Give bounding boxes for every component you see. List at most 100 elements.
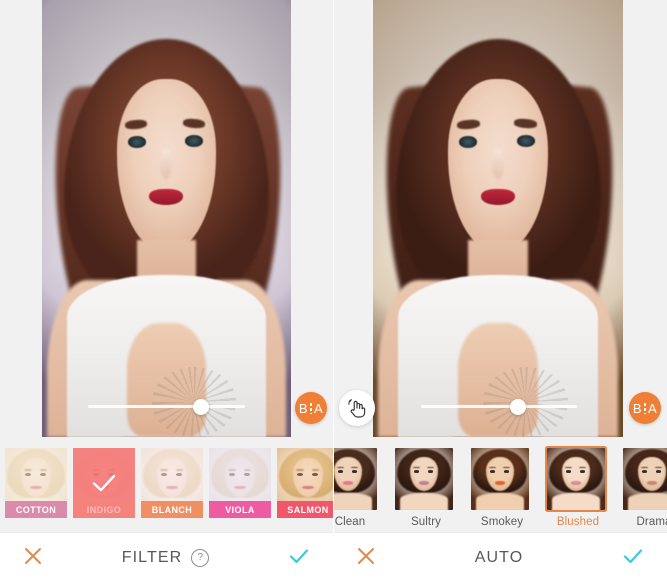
filter-thumbnail-image: INDIGO xyxy=(73,448,135,518)
auto-thumbnail-label: Blushed xyxy=(556,516,600,528)
ba-before-label: B xyxy=(298,400,308,416)
filter-thumbnail-label: INDIGO xyxy=(73,501,135,518)
cancel-button[interactable] xyxy=(355,545,377,572)
filter-thumbnail-label: BLANCH xyxy=(141,501,203,518)
thumbnail-portrait xyxy=(395,448,453,510)
check-icon xyxy=(92,474,116,492)
ba-after-label: A xyxy=(314,400,324,416)
intensity-slider-track[interactable] xyxy=(421,398,577,415)
auto-thumbnail-label: Drama xyxy=(636,516,667,528)
hand-tap-icon xyxy=(348,399,366,418)
ba-divider-icon xyxy=(310,402,312,414)
filter-thumbnail[interactable]: INDIGO xyxy=(73,448,135,518)
thumbnail-body xyxy=(551,492,601,510)
intensity-slider-track[interactable] xyxy=(88,398,245,415)
thumbnail-body xyxy=(627,492,667,510)
lips xyxy=(480,189,515,205)
thumbnail-portrait xyxy=(623,448,667,510)
filter-thumbnail[interactable]: COTTON xyxy=(5,448,67,518)
bottom-toolbar-auto: AUTO xyxy=(333,532,667,583)
thumbnail-lips xyxy=(494,481,506,485)
slider-area-filter xyxy=(42,377,291,437)
toolbar-title-group: AUTO xyxy=(475,549,524,567)
help-icon[interactable]: ? xyxy=(191,549,210,567)
filter-thumbnail-image: BLANCH xyxy=(141,448,203,518)
auto-thumbnail-image xyxy=(471,448,529,510)
lips xyxy=(149,189,183,205)
thumbnail-lips xyxy=(570,481,582,485)
auto-thumbnail[interactable]: Drama xyxy=(623,448,667,528)
edited-photo-auto[interactable] xyxy=(373,0,623,437)
photo-stage-filter: B A xyxy=(0,0,333,440)
filter-thumbnail-image: VIOLA xyxy=(209,448,271,518)
thumbnail-body xyxy=(333,492,373,510)
auto-thumbnail-label: Smokey xyxy=(480,516,524,528)
ba-divider-icon xyxy=(644,402,646,414)
auto-thumbnail-image xyxy=(623,448,667,510)
auto-thumbnail-image xyxy=(547,448,605,510)
eye-right xyxy=(185,135,204,147)
auto-thumbnail-image xyxy=(333,448,377,510)
auto-thumbnail-label: Clean xyxy=(334,516,366,528)
ba-after-label: A xyxy=(648,400,658,416)
ba-before-label: B xyxy=(632,400,642,416)
auto-thumbnail[interactable]: Smokey xyxy=(471,448,533,528)
edited-photo-filter[interactable] xyxy=(42,0,291,437)
panel-divider xyxy=(333,0,334,583)
toolbar-title-group: FILTER ? xyxy=(122,549,210,567)
auto-thumbnail[interactable]: Blushed xyxy=(547,448,609,528)
auto-screen: B A Clean Sultry Smokey Blushed Drama AUTO xyxy=(333,0,667,583)
thumbnail-portrait xyxy=(547,448,605,510)
nose xyxy=(491,148,504,180)
filter-thumbnail-label: VIOLA xyxy=(209,501,271,518)
touch-gesture-button[interactable] xyxy=(339,390,375,426)
thumbnail-eye-right xyxy=(504,470,510,473)
filter-thumbnail[interactable]: VIOLA xyxy=(209,448,271,518)
filter-thumbnail[interactable]: SALMON xyxy=(277,448,333,518)
eye-right xyxy=(516,135,535,147)
bottom-toolbar-filter: FILTER ? xyxy=(0,532,333,583)
thumbnail-eye-left xyxy=(490,470,496,473)
filter-thumbnail-image: SALMON xyxy=(277,448,333,518)
thumbnail-body xyxy=(475,492,525,510)
thumbnail-eye-left xyxy=(642,470,648,473)
filter-thumbnail-label: COTTON xyxy=(5,501,67,518)
portrait-image xyxy=(42,0,291,437)
portrait-image xyxy=(373,0,623,437)
auto-thumbnail-strip[interactable]: Clean Sultry Smokey Blushed Drama xyxy=(333,440,667,532)
filter-thumbnail[interactable]: BLANCH xyxy=(141,448,203,518)
eye-left xyxy=(127,136,146,148)
filter-screen: B A COTTON INDIGO BLANCH VIOLA SALMON FILTER… xyxy=(0,0,333,583)
before-after-compare-button[interactable]: B A xyxy=(629,392,661,424)
filter-thumbnail-strip[interactable]: COTTON INDIGO BLANCH VIOLA SALMON xyxy=(0,440,333,532)
photo-stage-auto: B A xyxy=(333,0,667,440)
cancel-button[interactable] xyxy=(22,545,44,572)
slider-area-auto xyxy=(373,377,623,437)
auto-thumbnail-label: Sultry xyxy=(411,516,441,528)
eye-left xyxy=(459,136,478,148)
thumbnail-lips xyxy=(646,481,658,485)
thumbnail-eye-right xyxy=(580,470,586,473)
thumbnail-eye-right xyxy=(656,470,662,473)
intensity-slider-knob[interactable] xyxy=(193,398,210,415)
filter-thumbnail-image: COTTON xyxy=(5,448,67,518)
before-after-compare-button[interactable]: B A xyxy=(295,392,327,424)
thumbnail-eye-right xyxy=(428,470,434,473)
confirm-button[interactable] xyxy=(621,544,645,573)
thumbnail-eye-right xyxy=(352,470,358,473)
confirm-button[interactable] xyxy=(287,544,311,573)
thumbnail-body xyxy=(399,492,449,510)
auto-thumbnail[interactable]: Clean xyxy=(333,448,381,528)
thumbnail-eye-left xyxy=(566,470,572,473)
thumbnail-portrait xyxy=(333,448,377,510)
dual-screenshot-container: B A COTTON INDIGO BLANCH VIOLA SALMON FILTER… xyxy=(0,0,667,583)
page-title: AUTO xyxy=(474,549,524,566)
intensity-slider-knob[interactable] xyxy=(509,398,526,415)
thumbnail-eye-left xyxy=(414,470,420,473)
auto-thumbnail[interactable]: Sultry xyxy=(395,448,457,528)
auto-thumbnail-image xyxy=(395,448,453,510)
thumbnail-eye-left xyxy=(338,470,344,473)
page-title: FILTER xyxy=(121,549,183,566)
thumbnail-lips xyxy=(342,481,354,485)
filter-thumbnail-label: SALMON xyxy=(277,501,333,518)
